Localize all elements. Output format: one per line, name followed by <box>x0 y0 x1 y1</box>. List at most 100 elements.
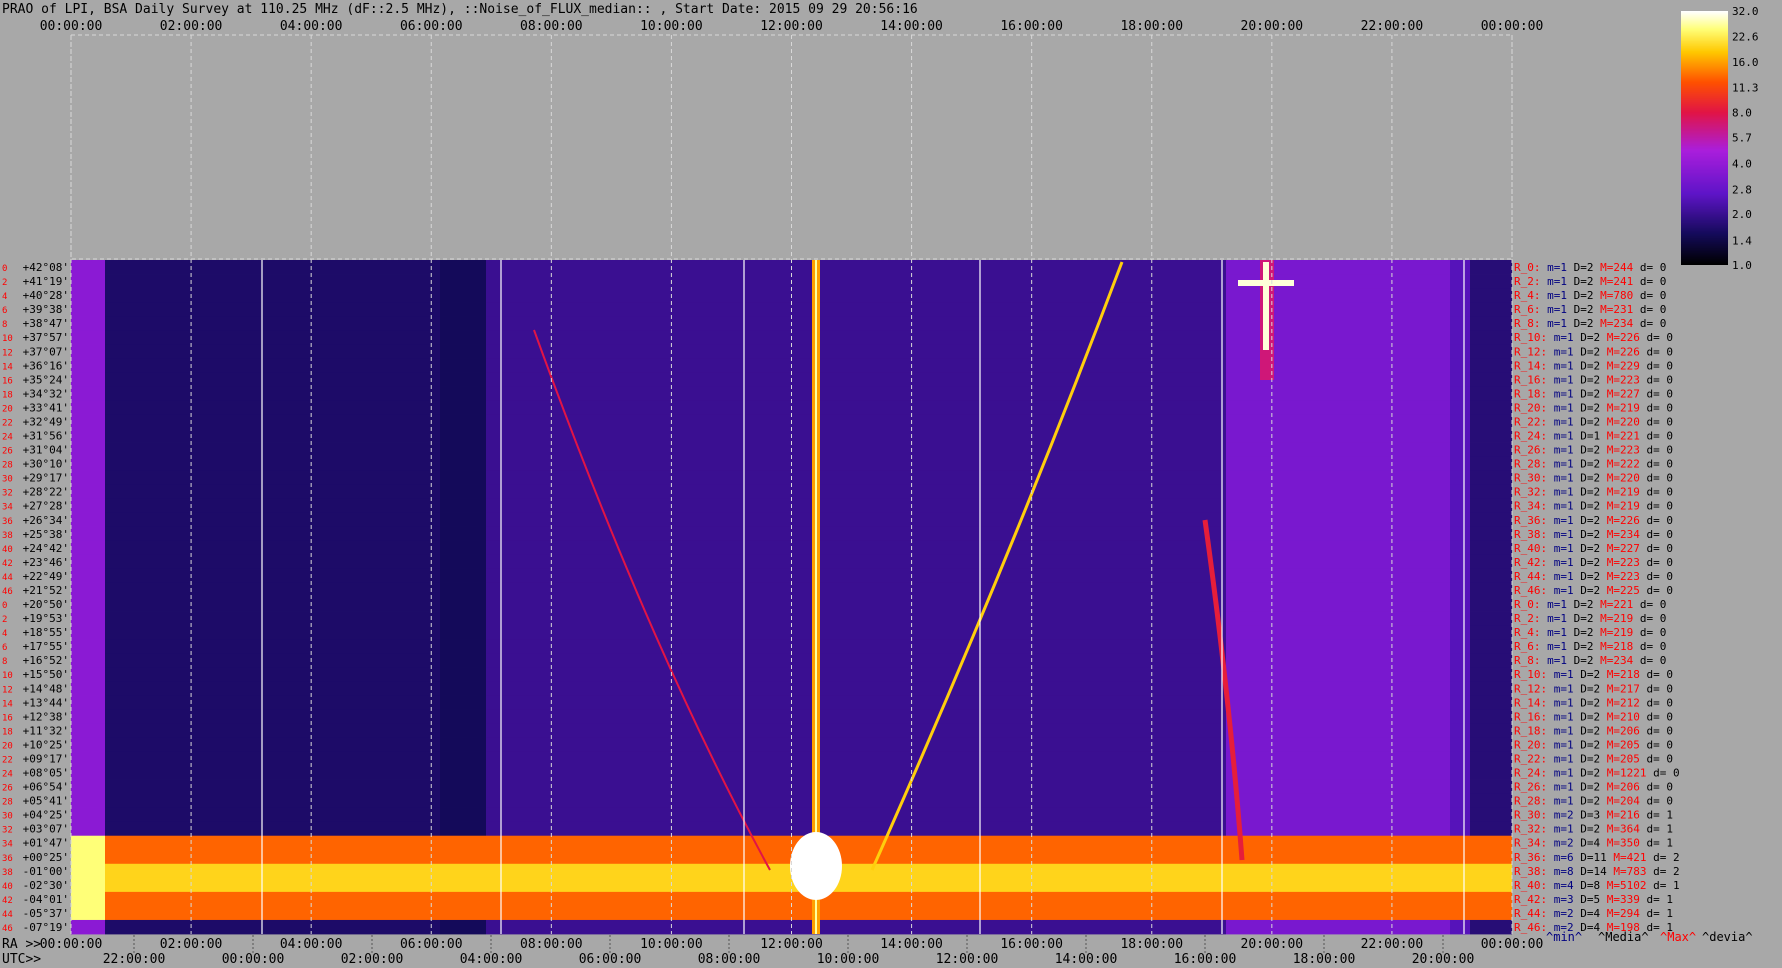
heatmap-cell <box>1226 639 1450 654</box>
heatmap-cell <box>105 625 440 640</box>
row-stat: R_36: m=6 D=11 M=421 d= 2 <box>1514 851 1680 864</box>
heatmap-cell <box>1470 456 1512 472</box>
declination-label: +06°54' <box>23 781 69 794</box>
row-stat-r: R_32: <box>1514 823 1547 836</box>
utc-axis-tick-label: 10:00:00 <box>817 952 880 967</box>
heatmap-cell <box>105 751 440 766</box>
row-index-label: 36 <box>2 517 13 527</box>
row-stat-M: M=226 <box>1600 514 1640 527</box>
ra-axis-tick-label: 00:00:00 <box>1481 937 1544 952</box>
heatmap-cell <box>1226 288 1450 303</box>
heatmap-cell <box>440 667 486 682</box>
row-stat-m: m=4 <box>1547 879 1574 892</box>
heatmap-cell <box>105 274 440 289</box>
row-stat-D: D=3 <box>1574 809 1601 822</box>
ra-axis-tick-label: 18:00:00 <box>1120 937 1183 952</box>
heatmap-cell <box>1470 639 1512 654</box>
declination-label: +14°48' <box>23 682 69 695</box>
utc-axis-tick-label: 16:00:00 <box>1174 952 1237 967</box>
heatmap-cell <box>440 330 486 345</box>
heatmap-cell <box>440 737 486 752</box>
heatmap-cell <box>486 512 1226 528</box>
row-index-label: 0 <box>2 264 7 274</box>
row-stat-d: d= 0 <box>1640 472 1673 485</box>
heatmap-cell <box>1226 919 1450 935</box>
row-stat-d: d= 0 <box>1633 289 1666 302</box>
row-stat-d: d= 0 <box>1633 654 1666 667</box>
heatmap-cell <box>71 288 105 303</box>
heatmap-cell <box>1470 260 1512 275</box>
heatmap-cell <box>440 344 486 359</box>
row-stat-M: M=221 <box>1594 598 1634 611</box>
row-stat-D: D=8 <box>1574 879 1601 892</box>
heatmap-cell <box>1470 653 1512 668</box>
heatmap-cell <box>71 821 105 837</box>
declination-label: +16°52' <box>23 654 69 667</box>
row-stat-M: M=222 <box>1600 458 1640 471</box>
heatmap-cell <box>486 414 1226 429</box>
row-stat: R_24: m=1 D=2 M=1221 d= 0 <box>1514 767 1680 780</box>
heatmap-cell <box>105 849 440 865</box>
row-stat-r: R_30: <box>1514 809 1547 822</box>
heatmap-cell <box>105 344 440 359</box>
row-stat-m: m=1 <box>1547 584 1574 597</box>
heatmap-cell <box>1450 639 1470 654</box>
row-stat: R_42: m=1 D=2 M=223 d= 0 <box>1514 556 1673 569</box>
row-stat-M: M=5102 <box>1600 879 1646 892</box>
heatmap-cell <box>1450 905 1470 921</box>
heatmap-cell <box>71 330 105 345</box>
heatmap-cell <box>1470 512 1512 528</box>
declination-label: +09°17' <box>23 752 69 765</box>
utc-axis-tick-label: 14:00:00 <box>1055 952 1118 967</box>
row-stat-M: M=294 <box>1600 907 1640 920</box>
heatmap-cell <box>1470 386 1512 401</box>
heatmap-cell <box>1226 358 1450 373</box>
heatmap-cell <box>105 821 440 837</box>
heatmap-cell <box>1226 709 1450 724</box>
row-stat-D: D=2 <box>1567 612 1594 625</box>
row-stat-r: R_38: <box>1514 528 1547 541</box>
row-stat-m: m=1 <box>1541 654 1568 667</box>
heatmap-cell <box>1470 358 1512 373</box>
heatmap-cell <box>71 877 105 893</box>
row-stat: R_40: m=1 D=2 M=227 d= 0 <box>1514 542 1673 555</box>
row-stat: R_2: m=1 D=2 M=241 d= 0 <box>1514 275 1666 288</box>
row-stat-M: M=234 <box>1600 528 1640 541</box>
heatmap-cell <box>71 386 105 401</box>
heatmap-cell <box>440 470 486 486</box>
heatmap-cell <box>71 400 105 415</box>
row-stat-r: R_32: <box>1514 486 1547 499</box>
row-index-label: 16 <box>2 376 13 386</box>
colorbar <box>1681 11 1728 265</box>
row-stat-M: M=226 <box>1600 345 1640 358</box>
row-index-label: 30 <box>2 812 13 822</box>
top-axis-tick-label: 04:00:00 <box>280 19 343 34</box>
declination-label: +24°42' <box>23 542 69 555</box>
heatmap-cell <box>1470 484 1512 500</box>
row-stat-D: D=2 <box>1574 767 1601 780</box>
heatmap-cell <box>486 737 1226 752</box>
heatmap-cell <box>105 807 440 823</box>
row-stat-r: R_28: <box>1514 458 1547 471</box>
row-stat-m: m=1 <box>1547 724 1574 737</box>
row-stat-r: R_12: <box>1514 682 1547 695</box>
row-stat-m: m=3 <box>1547 893 1574 906</box>
heatmap-cell <box>1470 611 1512 626</box>
utc-axis-tick-label: 02:00:00 <box>341 952 404 967</box>
row-stat-m: m=1 <box>1547 387 1574 400</box>
heatmap-cell <box>1470 667 1512 682</box>
heatmap-cell <box>440 554 486 570</box>
heatmap-cell <box>1226 849 1450 865</box>
heatmap-cell <box>1450 597 1470 612</box>
utc-axis-tick-label: 00:00:00 <box>222 952 285 967</box>
row-stat: R_12: m=1 D=2 M=226 d= 0 <box>1514 345 1673 358</box>
heatmap-cell <box>486 625 1226 640</box>
top-axis: 00:00:00 02:00:00 04:00:00 06:00:00 08:00:00… <box>40 19 1544 34</box>
heatmap-cell <box>486 582 1226 598</box>
heatmap-cell <box>486 540 1226 556</box>
heatmap-cell <box>105 877 440 893</box>
heatmap-cell <box>1470 540 1512 556</box>
row-index-label: 32 <box>2 489 13 499</box>
heatmap-cell <box>440 611 486 626</box>
row-index-label: 42 <box>2 896 13 906</box>
